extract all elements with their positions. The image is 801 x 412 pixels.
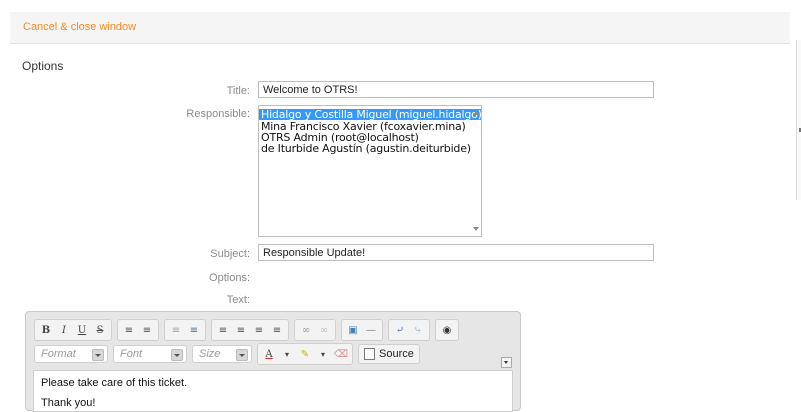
- scroll-up-icon[interactable]: [473, 111, 479, 115]
- responsible-label: Responsible:: [186, 108, 250, 120]
- responsible-option[interactable]: de Iturbide Agustín (agustin.deiturbide): [259, 143, 481, 154]
- find-icon[interactable]: ◉: [439, 322, 455, 338]
- rich-text-editor: B I U S ≡ ≡ ≡ ≡ ≡ ≡ ≡ ≡ ∞ ∞ ▣ — ⤶ ⤷ ◉ Fo…: [25, 311, 521, 412]
- editor-toolbar-row-2: Format Font Size A ▾ ✎ ▾ ⌫ Source: [34, 343, 420, 365]
- basic-styles-group: B I U S: [34, 319, 112, 341]
- format-combo[interactable]: Format: [34, 345, 108, 363]
- text-color-icon[interactable]: A: [261, 346, 277, 362]
- outdent-icon[interactable]: ≡: [168, 322, 184, 338]
- window-edge: [796, 40, 801, 200]
- horizontal-rule-icon[interactable]: —: [363, 322, 379, 338]
- strike-button[interactable]: S: [92, 322, 108, 338]
- size-combo-text: Size: [199, 348, 221, 360]
- editor-line: Thank you!: [41, 397, 96, 409]
- font-combo[interactable]: Font: [113, 345, 187, 363]
- chevron-down-icon[interactable]: [92, 349, 104, 361]
- link-group: ∞ ∞: [294, 319, 336, 341]
- subject-label: Subject:: [210, 248, 250, 260]
- align-left-icon[interactable]: ≡: [215, 322, 231, 338]
- eraser-icon[interactable]: ⌫: [333, 346, 349, 362]
- cancel-close-link[interactable]: Cancel & close window: [23, 21, 136, 33]
- align-center-icon[interactable]: ≡: [233, 322, 249, 338]
- align-right-icon[interactable]: ≡: [251, 322, 267, 338]
- align-group: ≡ ≡ ≡ ≡: [211, 319, 289, 341]
- bold-button[interactable]: B: [38, 322, 54, 338]
- text-label: Text:: [226, 294, 250, 306]
- source-button[interactable]: Source: [358, 344, 420, 364]
- history-group: ⤶ ⤷: [388, 319, 430, 341]
- scroll-down-icon[interactable]: [473, 227, 479, 231]
- link-icon[interactable]: ∞: [298, 322, 314, 338]
- responsible-option[interactable]: Hidalgo y Costilla Miguel (miguel.hidalg…: [259, 109, 481, 120]
- undo-icon[interactable]: ⤶: [392, 322, 408, 338]
- source-button-label: Source: [379, 348, 414, 360]
- chevron-down-icon[interactable]: ▾: [279, 346, 295, 362]
- action-bar: Cancel & close window: [10, 12, 790, 44]
- underline-button[interactable]: U: [74, 322, 90, 338]
- italic-button[interactable]: I: [56, 322, 72, 338]
- indent-group: ≡ ≡: [164, 319, 206, 341]
- find-group: ◉: [435, 319, 459, 341]
- unlink-icon[interactable]: ∞: [316, 322, 332, 338]
- font-combo-text: Font: [120, 348, 143, 360]
- format-combo-text: Format: [41, 348, 76, 360]
- ordered-list-icon[interactable]: ≡: [121, 322, 137, 338]
- document-icon: [364, 348, 375, 360]
- responsible-listbox[interactable]: Hidalgo y Costilla Miguel (miguel.hidalg…: [258, 105, 482, 237]
- bullet-list-icon[interactable]: ≡: [139, 322, 155, 338]
- collapse-toolbar-button[interactable]: [501, 357, 512, 368]
- list-group: ≡ ≡: [117, 319, 159, 341]
- chevron-down-icon[interactable]: [171, 349, 183, 361]
- background-color-icon[interactable]: ✎: [297, 346, 313, 362]
- listbox-scrollbar[interactable]: [470, 106, 481, 236]
- justify-icon[interactable]: ≡: [269, 322, 285, 338]
- section-title: Options: [22, 59, 64, 73]
- insert-group: ▣ —: [341, 319, 383, 341]
- redo-icon[interactable]: ⤷: [410, 322, 426, 338]
- indent-icon[interactable]: ≡: [186, 322, 202, 338]
- subject-input[interactable]: [258, 244, 654, 261]
- chevron-down-icon[interactable]: ▾: [315, 346, 331, 362]
- image-icon[interactable]: ▣: [345, 322, 361, 338]
- title-label: Title:: [226, 85, 250, 97]
- color-group: A ▾ ✎ ▾ ⌫: [257, 343, 353, 365]
- editor-line: Please take care of this ticket.: [41, 377, 188, 389]
- editor-toolbar-row-1: B I U S ≡ ≡ ≡ ≡ ≡ ≡ ≡ ≡ ∞ ∞ ▣ — ⤶ ⤷ ◉: [34, 319, 464, 341]
- chevron-down-icon[interactable]: [236, 349, 248, 361]
- size-combo[interactable]: Size: [192, 345, 252, 363]
- options-label: Options:: [209, 272, 250, 284]
- title-input[interactable]: [258, 81, 654, 98]
